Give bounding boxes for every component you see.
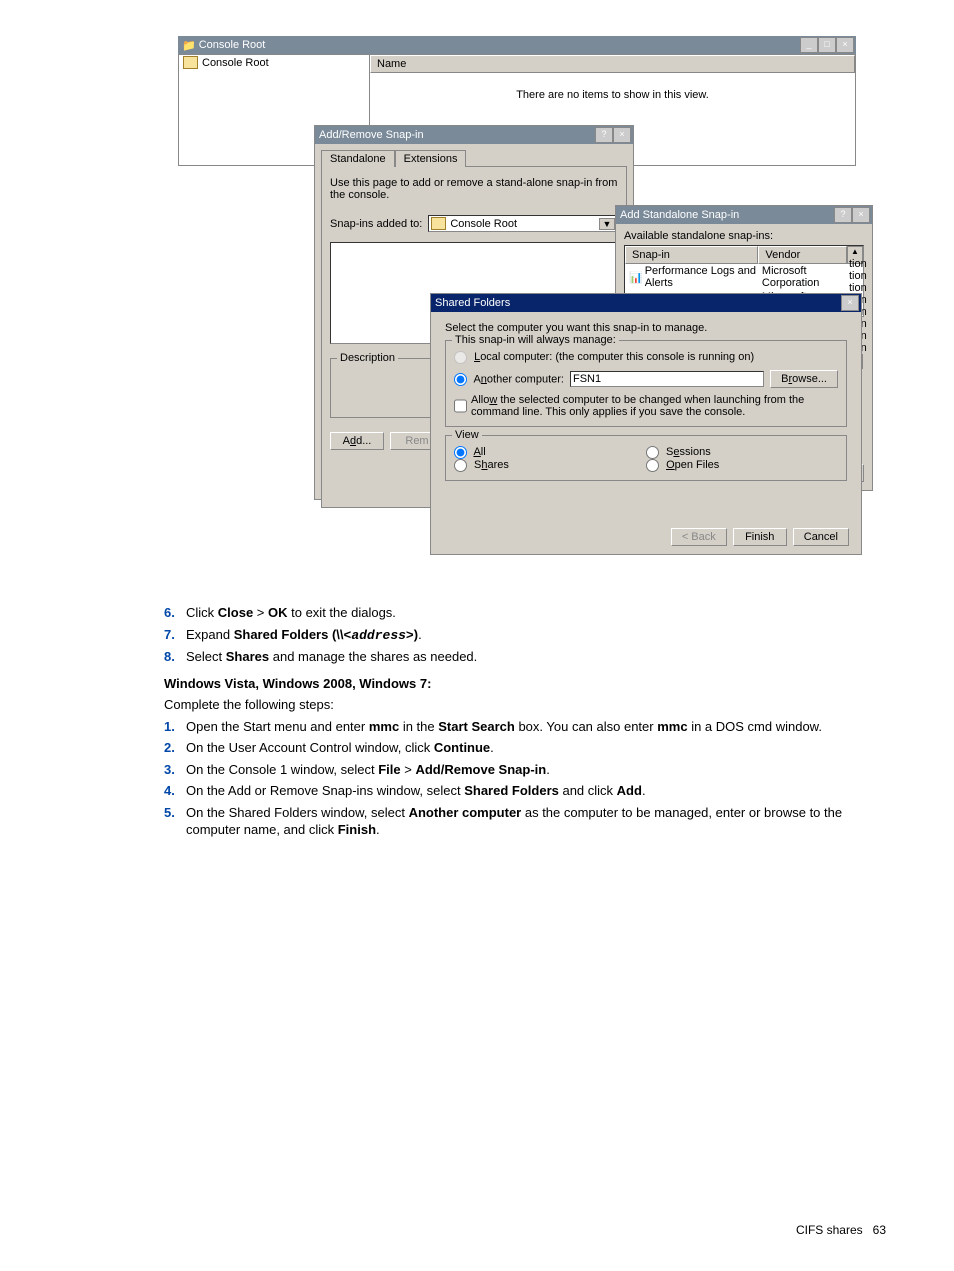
help-button[interactable]: ? <box>834 207 852 223</box>
os-heading: Windows Vista, Windows 2008, Windows 7: <box>164 676 864 691</box>
app-icon: 📁 <box>182 39 196 52</box>
finish-button[interactable]: Finish <box>733 528 787 546</box>
doc-step: 6.Click Close > OK to exit the dialogs. <box>164 604 864 622</box>
view-shares-radio[interactable]: Shares <box>454 459 509 471</box>
help-button[interactable]: ? <box>595 127 613 143</box>
add-button[interactable]: Add... <box>330 432 384 450</box>
available-label: Available standalone snap-ins: <box>624 230 864 242</box>
intro-paragraph: Complete the following steps: <box>164 697 864 712</box>
snapins-added-to-label: Snap-ins added to: <box>330 218 422 230</box>
column-header-snapin[interactable]: Snap-in <box>625 246 758 264</box>
cancel-button[interactable]: Cancel <box>793 528 849 546</box>
tree-node-label: Console Root <box>202 57 269 69</box>
chevron-down-icon: ▼ <box>599 218 615 230</box>
local-computer-radio[interactable]: LLocal computer: (the computer this cons… <box>454 351 754 363</box>
doc-step: 5.On the Shared Folders window, select A… <box>164 804 864 839</box>
minimize-button[interactable]: _ <box>800 37 818 53</box>
view-group-label: View <box>452 429 482 441</box>
manage-group-label: This snap-in will always manage: <box>452 334 619 346</box>
tab-extensions[interactable]: Extensions <box>395 150 467 167</box>
another-computer-input[interactable] <box>570 371 764 387</box>
maximize-button[interactable]: □ <box>818 37 836 53</box>
tab-standalone[interactable]: Standalone <box>321 150 395 167</box>
doc-step: 4.On the Add or Remove Snap-ins window, … <box>164 782 864 800</box>
snapin-row[interactable]: 📊Performance Logs and Alerts Microsoft C… <box>625 264 863 290</box>
column-header-name[interactable]: Name <box>370 55 855 73</box>
page-footer: CIFS shares 63 <box>796 1223 886 1237</box>
back-button: < Back <box>671 528 727 546</box>
add-remove-instruction: Use this page to add or remove a stand-a… <box>330 177 618 201</box>
shared-folders-title: Shared Folders × <box>431 294 861 312</box>
close-button[interactable]: × <box>836 37 854 53</box>
close-button[interactable]: × <box>852 207 870 223</box>
console-window-title: 📁 Console Root _ □ × <box>178 36 856 54</box>
view-sessions-radio[interactable]: Sessions <box>646 446 711 458</box>
allow-change-checkbox[interactable]: Allow the selected computer to be change… <box>454 394 838 418</box>
doc-step: 3.On the Console 1 window, select File >… <box>164 761 864 779</box>
doc-step: 2.On the User Account Control window, cl… <box>164 739 864 757</box>
add-remove-title: Add/Remove Snap-in ? × <box>315 126 633 144</box>
add-standalone-title: Add Standalone Snap-in ? × <box>616 206 872 224</box>
folder-icon <box>183 56 198 69</box>
browse-button[interactable]: Browse... <box>770 370 838 388</box>
log-icon: 📊 <box>629 271 643 284</box>
tree-node-console-root[interactable]: Console Root <box>179 55 369 70</box>
doc-step: 7.Expand Shared Folders (\\<address>). <box>164 626 864 645</box>
folder-icon <box>431 217 446 230</box>
view-open-files-radio[interactable]: Open Files <box>646 459 719 471</box>
shared-select-label: Select the computer you want this snap-i… <box>445 322 847 334</box>
empty-view-text: There are no items to show in this view. <box>370 73 855 117</box>
another-computer-radio[interactable]: Another computer: <box>454 373 564 386</box>
doc-step: 8.Select Shares and manage the shares as… <box>164 648 864 666</box>
column-header-vendor[interactable]: Vendor <box>758 246 847 264</box>
close-button[interactable]: × <box>613 127 631 143</box>
snapins-added-to-dropdown[interactable]: Console Root ▼ <box>428 215 618 232</box>
close-button[interactable]: × <box>841 295 859 311</box>
doc-step: 1.Open the Start menu and enter mmc in t… <box>164 718 864 736</box>
view-all-radio[interactable]: All <box>454 446 486 458</box>
